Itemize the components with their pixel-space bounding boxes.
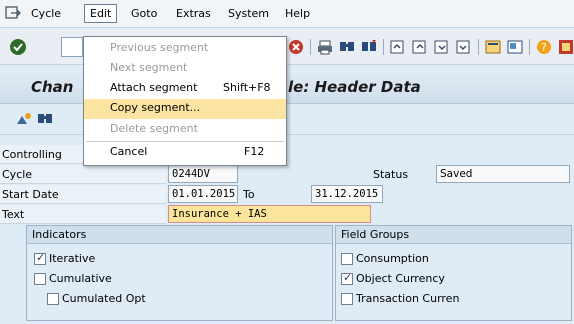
- cumulated-opt-label: Cumulated Opt: [62, 292, 146, 305]
- field-groups-group: Field Groups Consumption Object Currency…: [335, 225, 572, 321]
- status-field: Saved: [436, 165, 570, 183]
- menu-cycle[interactable]: Cycle: [31, 7, 61, 20]
- search-icon[interactable]: [37, 112, 53, 126]
- object-currency-checkbox[interactable]: Object Currency: [341, 271, 445, 285]
- controlling-label: Controlling: [0, 145, 85, 164]
- display-hierarchy-icon[interactable]: [16, 112, 32, 126]
- menu-extras[interactable]: Extras: [176, 7, 211, 20]
- to-label: To: [243, 188, 255, 201]
- checkbox-box[interactable]: [34, 272, 46, 285]
- enter-icon[interactable]: [10, 39, 26, 55]
- transaction-currency-checkbox[interactable]: Transaction Curren: [341, 292, 459, 305]
- page-title-right-text: le: Header Data: [288, 78, 421, 96]
- svg-text:?: ?: [541, 41, 547, 54]
- menu-item-label: Attach segment: [110, 81, 198, 94]
- menu-edit[interactable]: Edit: [84, 4, 118, 23]
- toolbar-separator: [529, 39, 530, 55]
- menu-item-copy-segment[interactable]: Copy segment...: [84, 99, 286, 119]
- cumulative-label: Cumulative: [49, 272, 112, 285]
- menu-item-previous-segment[interactable]: Previous segment: [84, 39, 286, 59]
- cycle-field[interactable]: 0244DV: [168, 165, 238, 183]
- command-field[interactable]: [61, 37, 83, 57]
- start-date-label: Start Date: [0, 185, 166, 204]
- menu-help[interactable]: Help: [285, 7, 310, 20]
- menu-item-attach-segment[interactable]: Attach segment Shift+F8: [84, 79, 286, 99]
- text-row: Text Insurance + IAS: [0, 205, 574, 225]
- cumulative-checkbox[interactable]: Cumulative: [34, 272, 112, 285]
- menu-help-label: Help: [285, 7, 311, 20]
- toolbar-separator: [478, 39, 479, 55]
- menu-item-delete-segment[interactable]: Delete segment: [84, 120, 286, 140]
- menu-extras-label: Extras: [176, 7, 211, 20]
- start-date-row: Start Date 01.01.2015 To 31.12.2015: [0, 185, 574, 205]
- menu-item-label: Previous segment: [110, 41, 209, 54]
- text-label: Text: [0, 205, 166, 224]
- transaction-currency-label: Transaction Curren: [356, 292, 460, 305]
- status-label: Status: [373, 168, 409, 181]
- first-page-icon[interactable]: [390, 39, 406, 55]
- shortcut-icon[interactable]: [507, 39, 523, 55]
- menu-edit-label: Edit: [90, 7, 112, 20]
- print-icon[interactable]: [317, 39, 333, 55]
- cumulated-opt-checkbox[interactable]: Cumulated Opt: [47, 292, 146, 305]
- cancel-icon[interactable]: [288, 39, 304, 55]
- field-groups-title: Field Groups: [336, 226, 571, 244]
- end-date-field[interactable]: 31.12.2015: [311, 185, 383, 203]
- menu-bar: Cycle Edit Goto Extras System Help: [0, 0, 574, 28]
- menu-item-label: Next segment: [110, 61, 188, 74]
- menu-system[interactable]: System: [228, 7, 269, 20]
- page-title-left: Chan: [31, 78, 74, 96]
- find-icon[interactable]: [339, 39, 355, 55]
- menu-item-label: Copy segment...: [110, 101, 201, 114]
- menu-item-shortcut: F12: [244, 145, 265, 158]
- iterative-checkbox[interactable]: Iterative: [34, 251, 96, 265]
- previous-page-icon[interactable]: [412, 39, 428, 55]
- consumption-label: Consumption: [356, 252, 429, 265]
- help-icon[interactable]: ?: [536, 39, 552, 55]
- toolbar-separator: [383, 39, 384, 55]
- indicators-group: Indicators Iterative Cumulative Cumulate…: [26, 225, 333, 321]
- start-date-field[interactable]: 01.01.2015: [168, 185, 238, 203]
- indicators-title: Indicators: [27, 226, 332, 244]
- menu-item-label: Cancel: [110, 145, 148, 158]
- text-field[interactable]: Insurance + IAS: [168, 205, 371, 223]
- checkbox-box[interactable]: [34, 251, 46, 265]
- checkbox-box[interactable]: [341, 271, 353, 285]
- checkbox-box[interactable]: [341, 292, 353, 305]
- menu-item-next-segment[interactable]: Next segment: [84, 59, 286, 79]
- toolbar-separator: [310, 39, 311, 55]
- menu-separator: [86, 141, 284, 142]
- menu-item-shortcut: Shift+F8: [223, 81, 271, 94]
- menu-goto-label: Goto: [131, 7, 158, 20]
- next-page-icon[interactable]: [434, 39, 450, 55]
- cycle-row: Cycle 0244DV Status Saved: [0, 165, 574, 185]
- menu-item-cancel[interactable]: Cancel F12: [84, 143, 286, 163]
- consumption-checkbox[interactable]: Consumption: [341, 252, 429, 265]
- object-currency-label: Object Currency: [356, 272, 445, 285]
- new-session-icon[interactable]: [485, 39, 501, 55]
- edit-menu-dropdown: Previous segment Next segment Attach seg…: [83, 36, 287, 166]
- menu-item-label: Delete segment: [110, 122, 198, 135]
- menu-cycle-label: Cycle: [31, 7, 62, 20]
- find-next-icon[interactable]: [361, 39, 377, 55]
- cycle-label: Cycle: [0, 165, 166, 184]
- menu-goto[interactable]: Goto: [131, 7, 157, 20]
- page-title-right: le: Header Data: [288, 78, 421, 96]
- iterative-label: Iterative: [49, 252, 96, 265]
- customize-icon[interactable]: [558, 39, 574, 55]
- toolbar-icons: ?: [288, 38, 574, 56]
- exit-icon[interactable]: [5, 6, 21, 20]
- checkbox-box[interactable]: [47, 292, 59, 305]
- page-title: Chan: [31, 78, 74, 96]
- checkbox-box[interactable]: [341, 252, 353, 265]
- last-page-icon[interactable]: [456, 39, 472, 55]
- menu-system-label: System: [228, 7, 270, 20]
